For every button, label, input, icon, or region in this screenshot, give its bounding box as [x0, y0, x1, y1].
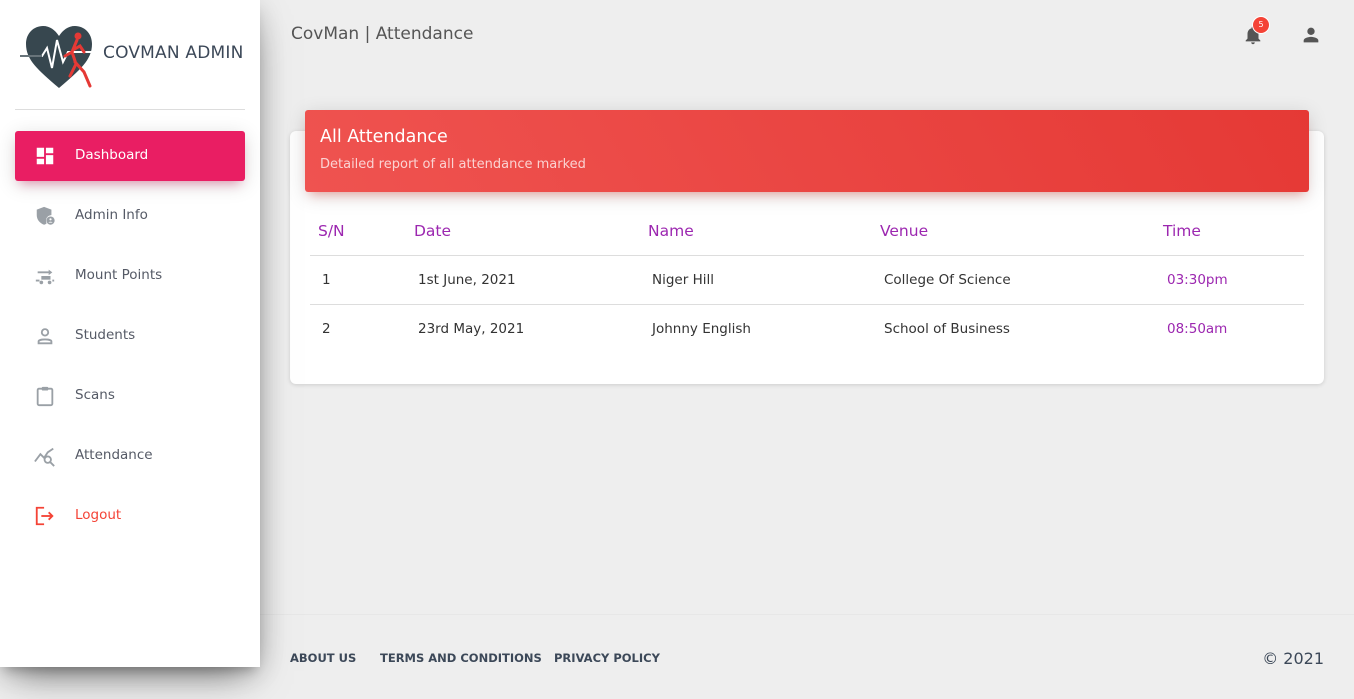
heart-runner-logo-icon	[20, 26, 98, 88]
sidebar-item-students[interactable]: Students	[15, 311, 245, 361]
cell-venue: College Of Science	[872, 255, 1155, 305]
card-subtitle: Detailed report of all attendance marked	[320, 157, 586, 172]
dashboard-icon	[36, 147, 54, 165]
footer-link-about-us[interactable]: ABOUT US	[290, 651, 356, 665]
sidebar: COVMAN ADMIN Dashboard Admin Info Mount …	[0, 0, 260, 667]
footer-link-privacy[interactable]: PRIVACY POLICY	[554, 651, 660, 665]
sidebar-item-label: Students	[75, 327, 136, 343]
cell-time: 03:30pm	[1155, 255, 1304, 305]
column-header-sn: S/N	[310, 207, 406, 256]
cell-date: 23rd May, 2021	[418, 320, 525, 337]
page-title: CovMan | Attendance	[291, 24, 474, 44]
sidebar-item-label: Admin Info	[75, 207, 148, 223]
sidebar-item-label: Attendance	[75, 447, 153, 463]
sidebar-item-scans[interactable]: Scans	[15, 371, 245, 421]
table-row: 2 23rd May, 2021 Johnny English School o…	[310, 304, 1304, 353]
sidebar-item-label: Mount Points	[75, 267, 163, 283]
cell-name: Niger Hill	[640, 255, 872, 305]
notification-count-badge: 5	[1252, 16, 1270, 34]
cell-sn: 1	[310, 255, 406, 305]
sidebar-item-attendance[interactable]: Attendance	[15, 431, 245, 481]
attendance-table: S/N Date Name Venue Time 1 1st June, 202…	[310, 207, 1304, 353]
sidebar-item-mount-points[interactable]: Mount Points	[15, 251, 245, 301]
cell-date: 1st June, 2021	[406, 255, 640, 305]
column-header-venue: Venue	[872, 207, 1155, 256]
sidebar-item-label: Logout	[75, 507, 122, 523]
cell-time: 08:50am	[1167, 320, 1228, 337]
user-account-icon[interactable]	[1300, 24, 1322, 46]
sidebar-item-admin-info[interactable]: Admin Info	[15, 191, 245, 241]
column-header-date: Date	[406, 207, 640, 256]
card-title: All Attendance	[320, 127, 448, 147]
person-icon	[37, 328, 53, 345]
sidebar-item-label: Dashboard	[75, 147, 149, 163]
cell-name: Johnny English	[652, 320, 751, 337]
card-header: All Attendance Detailed report of all at…	[305, 110, 1309, 192]
sidebar-item-dashboard[interactable]: Dashboard	[15, 131, 245, 181]
logout-icon	[35, 506, 54, 526]
sidebar-item-label: Scans	[75, 387, 115, 403]
table-row: 1 1st June, 2021 Niger Hill College Of S…	[310, 255, 1304, 305]
logo[interactable]: COVMAN ADMIN	[15, 0, 245, 110]
sidebar-nav: Dashboard Admin Info Mount Points Studen…	[15, 131, 245, 551]
table-header-row: S/N Date Name Venue Time	[310, 207, 1304, 256]
logo-text: COVMAN ADMIN	[103, 43, 244, 63]
cell-sn: 2	[322, 320, 331, 337]
mount-points-icon	[35, 269, 55, 285]
copyright: © 2021	[1262, 649, 1324, 668]
footer: ABOUT US TERMS AND CONDITIONS PRIVACY PO…	[260, 614, 1354, 699]
cell-venue: School of Business	[884, 320, 1010, 337]
clipboard-icon	[36, 386, 54, 407]
column-header-time: Time	[1155, 207, 1304, 256]
column-header-name: Name	[640, 207, 872, 256]
admin-shield-icon	[36, 206, 55, 225]
sidebar-item-logout[interactable]: Logout	[15, 491, 245, 541]
attendance-chart-icon	[34, 447, 55, 467]
footer-link-terms[interactable]: TERMS AND CONDITIONS	[380, 651, 542, 665]
